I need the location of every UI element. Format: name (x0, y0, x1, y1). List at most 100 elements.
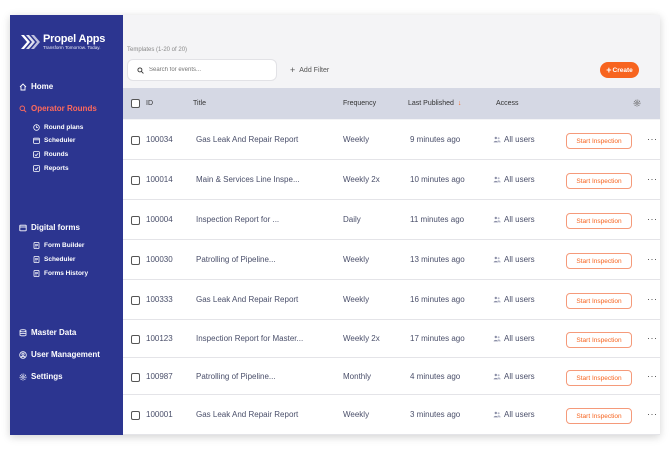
table-row[interactable]: 100123 Inspection Report for Master... Wee… (123, 320, 660, 358)
sub-scheduler[interactable]: Scheduler (33, 137, 75, 144)
gear-icon (19, 373, 27, 381)
nav-home[interactable]: Home (19, 82, 53, 91)
table-row[interactable]: 100030 Patrolling of Pipeline... Weekly 13 … (123, 240, 660, 280)
sub-scheduler-label: Scheduler (44, 137, 76, 144)
row-checkbox[interactable] (131, 256, 140, 265)
users-icon (493, 176, 501, 183)
row-title[interactable]: Patrolling of Pipeline... (196, 372, 276, 381)
nav-master-data[interactable]: Master Data (19, 328, 76, 337)
sub-forms-history[interactable]: Forms History (33, 270, 88, 277)
sub-rounds[interactable]: Rounds (33, 151, 68, 158)
more-options-icon[interactable]: ··· (647, 294, 658, 304)
nav-settings-label: Settings (31, 372, 63, 381)
document-icon (33, 270, 40, 277)
row-checkbox[interactable] (131, 373, 140, 382)
row-title[interactable]: Gas Leak And Repair Report (196, 410, 298, 419)
row-checkbox[interactable] (131, 216, 140, 225)
users-icon (493, 136, 501, 143)
sub-form-builder-label: Form Builder (44, 242, 85, 249)
start-inspection-button[interactable]: Start Inspection (566, 213, 632, 229)
start-inspection-button[interactable]: Start Inspection (566, 173, 632, 189)
column-id[interactable]: ID (146, 100, 153, 107)
row-access-label: All users (504, 255, 535, 264)
search-input[interactable] (149, 67, 259, 73)
brand-logo[interactable]: Propel Apps Transform Tomorrow. Today. (20, 33, 105, 51)
nav-master-data-label: Master Data (31, 328, 77, 337)
nav-operator-rounds[interactable]: Operator Rounds (19, 104, 97, 113)
row-title[interactable]: Gas Leak And Repair Report (196, 295, 298, 304)
table-row[interactable]: 100004 Inspection Report for ... Daily 11 m… (123, 200, 660, 240)
table-row[interactable]: 100987 Patrolling of Pipeline... Monthly 4 … (123, 358, 660, 395)
checkbox-icon (33, 165, 40, 172)
more-options-icon[interactable]: ··· (647, 333, 658, 343)
row-id: 100034 (146, 135, 173, 144)
sub-reports[interactable]: Reports (33, 165, 69, 172)
table-row[interactable]: 100001 Gas Leak And Repair Report Weekly 3 … (123, 395, 660, 435)
row-last-published: 9 minutes ago (410, 135, 461, 144)
row-id: 100030 (146, 255, 173, 264)
users-icon (493, 216, 501, 223)
start-inspection-button[interactable]: Start Inspection (566, 133, 632, 149)
add-filter-button[interactable]: + Add Filter (290, 65, 329, 75)
row-checkbox[interactable] (131, 335, 140, 344)
more-options-icon[interactable]: ··· (647, 134, 658, 144)
row-access: All users (493, 334, 535, 343)
sub-forms-scheduler[interactable]: Scheduler (33, 256, 75, 263)
start-inspection-button[interactable]: Start Inspection (566, 293, 632, 309)
column-title[interactable]: Title (193, 100, 206, 107)
more-options-icon[interactable]: ··· (647, 371, 658, 381)
row-title[interactable]: Main & Services Line Inspe... (196, 175, 300, 184)
start-inspection-button[interactable]: Start Inspection (566, 332, 632, 348)
nav-user-management[interactable]: User Management (19, 350, 100, 359)
create-button[interactable]: + Create (600, 62, 639, 78)
row-frequency: Weekly (343, 410, 370, 419)
row-last-published: 13 minutes ago (410, 255, 465, 264)
nav-settings[interactable]: Settings (19, 372, 63, 381)
row-title[interactable]: Inspection Report for ... (196, 215, 279, 224)
row-checkbox[interactable] (131, 296, 140, 305)
row-access: All users (493, 215, 535, 224)
table-row[interactable]: 100014 Main & Services Line Inspe... Weekl… (123, 160, 660, 200)
database-icon (19, 328, 27, 337)
table-row[interactable]: 100034 Gas Leak And Repair Report Weekly 9 … (123, 120, 660, 160)
sub-form-builder[interactable]: Form Builder (33, 242, 84, 249)
row-frequency: Weekly (343, 295, 370, 304)
nav-digital-forms-label: Digital forms (31, 223, 80, 232)
row-checkbox[interactable] (131, 136, 140, 145)
row-id: 100001 (146, 410, 173, 419)
sub-reports-label: Reports (44, 165, 69, 172)
search-icon (19, 105, 27, 113)
row-id: 100123 (146, 334, 173, 343)
row-checkbox[interactable] (131, 176, 140, 185)
row-last-published: 3 minutes ago (410, 410, 461, 419)
column-last-published[interactable]: Last Published ↓ (408, 100, 461, 107)
chevrons-logo-icon (21, 35, 40, 49)
more-options-icon[interactable]: ··· (647, 174, 658, 184)
column-access[interactable]: Access (496, 100, 519, 107)
start-inspection-button[interactable]: Start Inspection (566, 253, 632, 269)
sub-round-plans[interactable]: Round plans (33, 124, 83, 131)
sort-down-arrow-icon: ↓ (457, 100, 462, 107)
sub-round-plans-label: Round plans (44, 124, 84, 131)
plus-icon: + (290, 65, 296, 75)
select-all-checkbox[interactable] (131, 99, 140, 108)
column-settings-gear-icon[interactable] (633, 99, 641, 109)
row-title[interactable]: Gas Leak And Repair Report (196, 135, 298, 144)
column-frequency[interactable]: Frequency (343, 100, 376, 107)
user-icon (19, 350, 27, 359)
start-inspection-button[interactable]: Start Inspection (566, 370, 632, 386)
table-row[interactable]: 100333 Gas Leak And Repair Report Weekly 16… (123, 280, 660, 320)
row-checkbox[interactable] (131, 411, 140, 420)
brand-name: Propel Apps (43, 33, 106, 45)
sub-rounds-label: Rounds (44, 151, 69, 158)
nav-digital-forms[interactable]: Digital forms (19, 223, 80, 232)
more-options-icon[interactable]: ··· (647, 254, 658, 264)
more-options-icon[interactable]: ··· (647, 409, 658, 419)
more-options-icon[interactable]: ··· (647, 214, 658, 224)
row-access: All users (493, 255, 535, 264)
row-title[interactable]: Patrolling of Pipeline... (196, 255, 276, 264)
start-inspection-button[interactable]: Start Inspection (566, 408, 632, 424)
search-box[interactable] (127, 59, 277, 81)
row-title[interactable]: Inspection Report for Master... (196, 334, 303, 343)
row-frequency: Weekly (343, 255, 370, 264)
